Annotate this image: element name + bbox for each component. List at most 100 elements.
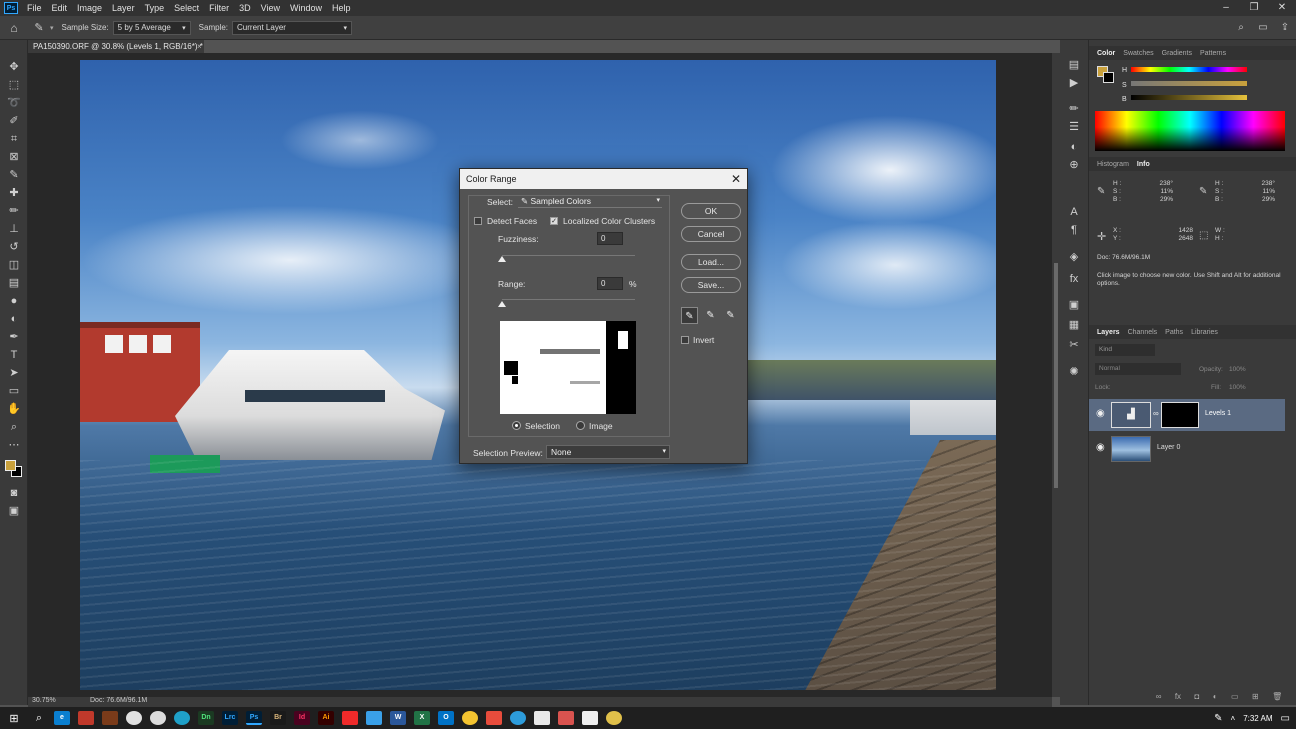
type-tool-icon[interactable]: T xyxy=(6,348,22,362)
app-icon[interactable] xyxy=(558,711,574,725)
word-icon[interactable]: W xyxy=(390,711,406,725)
tools-icon[interactable]: ✂ xyxy=(1066,338,1082,352)
history-icon[interactable]: ▤ xyxy=(1066,58,1082,72)
fx-icon[interactable]: fx xyxy=(1066,272,1082,286)
paragraph-icon[interactable]: ¶ xyxy=(1066,223,1082,237)
opacity-value[interactable]: 100% xyxy=(1229,366,1246,373)
app-icon[interactable] xyxy=(462,711,478,725)
tab-patterns[interactable]: Patterns xyxy=(1196,50,1230,57)
tab-paths[interactable]: Paths xyxy=(1161,329,1187,336)
range-slider-thumb[interactable] xyxy=(498,301,506,307)
fuzziness-slider-thumb[interactable] xyxy=(498,256,506,262)
quick-select-tool-icon[interactable]: ✐ xyxy=(6,114,22,128)
more-tools-icon[interactable]: ⋯ xyxy=(6,438,22,452)
fx-icon[interactable]: fx xyxy=(1175,692,1181,701)
menu-image[interactable]: Image xyxy=(72,3,107,13)
add-mask-icon[interactable]: ◘ xyxy=(1194,692,1199,701)
notifications-icon[interactable]: ▭ xyxy=(1281,713,1290,724)
close-icon[interactable]: ✕ xyxy=(1268,0,1296,16)
acrobat-icon[interactable] xyxy=(342,711,358,725)
marquee-tool-icon[interactable]: ⬚ xyxy=(6,78,22,92)
tab-gradients[interactable]: Gradients xyxy=(1158,50,1196,57)
screen-mode-icon[interactable]: ▣ xyxy=(6,504,22,518)
eyedropper-tool-icon[interactable]: ✎ xyxy=(28,21,50,34)
history-brush-tool-icon[interactable]: ↺ xyxy=(6,240,22,254)
share-icon[interactable]: ⇪ xyxy=(1274,22,1296,33)
detect-faces-checkbox[interactable] xyxy=(474,217,482,225)
layer-row[interactable]: ◉ Layer 0 xyxy=(1089,433,1285,465)
sample-select[interactable]: Current Layer ▾ xyxy=(232,20,353,35)
navigator-icon[interactable]: ▣ xyxy=(1066,298,1082,312)
tab-color[interactable]: Color xyxy=(1093,50,1119,57)
menu-file[interactable]: File xyxy=(22,3,47,13)
path-select-tool-icon[interactable]: ➤ xyxy=(6,366,22,380)
app-icon[interactable] xyxy=(174,711,190,725)
eyedropper-icon[interactable]: ✎ xyxy=(681,307,698,324)
tab-info[interactable]: Info xyxy=(1133,161,1154,168)
app-icon[interactable] xyxy=(582,711,598,725)
lasso-tool-icon[interactable]: ➰ xyxy=(6,96,22,110)
brush-tool-icon[interactable]: ✏ xyxy=(6,204,22,218)
fuzziness-slider-track[interactable] xyxy=(502,255,635,256)
indesign-icon[interactable]: Id xyxy=(294,711,310,725)
color-bg-swatch[interactable] xyxy=(1103,72,1114,83)
actions-icon[interactable]: ▶ xyxy=(1066,76,1082,90)
vertical-scrollbar[interactable] xyxy=(1052,53,1060,697)
document-size[interactable]: Doc: 76.6M/96.1M xyxy=(90,697,147,704)
fill-value[interactable]: 100% xyxy=(1229,384,1246,391)
ok-button[interactable]: OK xyxy=(681,203,741,219)
eyedropper-minus-icon[interactable]: ✎ xyxy=(722,307,739,324)
s-slider[interactable] xyxy=(1131,81,1247,86)
windows-start-icon[interactable]: ⊞ xyxy=(0,712,28,725)
h-slider[interactable] xyxy=(1131,67,1247,72)
fuzziness-input[interactable]: 0 xyxy=(597,232,623,245)
tab-libraries[interactable]: Libraries xyxy=(1187,329,1222,336)
menu-3d[interactable]: 3D xyxy=(234,3,256,13)
eyedropper-tool-icon[interactable]: ✎ xyxy=(6,168,22,182)
close-icon[interactable]: ✕ xyxy=(731,169,741,189)
tab-histogram[interactable]: Histogram xyxy=(1093,161,1133,168)
color-spectrum[interactable] xyxy=(1095,111,1285,151)
chevron-down-icon[interactable]: ▾ xyxy=(50,24,54,32)
menu-layer[interactable]: Layer xyxy=(107,3,140,13)
crop-tool-icon[interactable]: ⌗ xyxy=(6,132,22,146)
menu-window[interactable]: Window xyxy=(285,3,327,13)
workspace-icon[interactable]: ▭ xyxy=(1252,22,1274,33)
new-adjustment-icon[interactable]: ◐ xyxy=(1213,692,1218,701)
gradient-tool-icon[interactable]: ▤ xyxy=(6,276,22,290)
app-icon[interactable] xyxy=(102,711,118,725)
app-icon[interactable] xyxy=(78,711,94,725)
range-slider-track[interactable] xyxy=(502,299,635,300)
localized-clusters-checkbox[interactable]: ✓ xyxy=(550,217,558,225)
excel-icon[interactable]: X xyxy=(414,711,430,725)
app-icon[interactable] xyxy=(510,711,526,725)
restore-icon[interactable]: ❐ xyxy=(1240,0,1268,16)
layer-row[interactable]: ◉ ▟ ∞ Levels 1 xyxy=(1089,399,1285,431)
new-layer-icon[interactable]: ⊞ xyxy=(1252,692,1259,701)
blur-tool-icon[interactable]: ● xyxy=(6,294,22,308)
dialog-titlebar[interactable]: Color Range ✕ xyxy=(460,169,747,189)
document-tab[interactable]: PA150390.ORF @ 30.8% (Levels 1, RGB/16*)… xyxy=(28,40,204,53)
chrome-icon[interactable] xyxy=(606,711,622,725)
app-icon[interactable] xyxy=(486,711,502,725)
blend-mode-select[interactable]: Normal xyxy=(1095,363,1181,375)
zoom-tool-icon[interactable]: ⌕ xyxy=(6,420,22,434)
scrollbar-thumb[interactable] xyxy=(1054,263,1058,488)
character-icon[interactable]: A xyxy=(1066,205,1082,219)
app-icon[interactable] xyxy=(150,711,166,725)
hand-tool-icon[interactable]: ✋ xyxy=(6,402,22,416)
select-dropdown[interactable]: ✎ Sampled Colors ▾ xyxy=(518,195,662,208)
move-tool-icon[interactable]: ✥ xyxy=(6,60,22,74)
load-button[interactable]: Load... xyxy=(681,254,741,270)
clone-source-icon[interactable]: ✺ xyxy=(1066,365,1082,379)
tab-layers[interactable]: Layers xyxy=(1093,329,1124,336)
cancel-button[interactable]: Cancel xyxy=(681,226,741,242)
zoom-level[interactable]: 30.75% xyxy=(32,697,56,704)
tab-channels[interactable]: Channels xyxy=(1124,329,1162,336)
menu-view[interactable]: View xyxy=(256,3,285,13)
eyedropper-plus-icon[interactable]: ✎ xyxy=(702,307,719,324)
shape-tool-icon[interactable]: ▭ xyxy=(6,384,22,398)
edge-icon[interactable]: e xyxy=(54,711,70,725)
minimize-icon[interactable]: – xyxy=(1212,0,1240,16)
menu-edit[interactable]: Edit xyxy=(47,3,73,13)
